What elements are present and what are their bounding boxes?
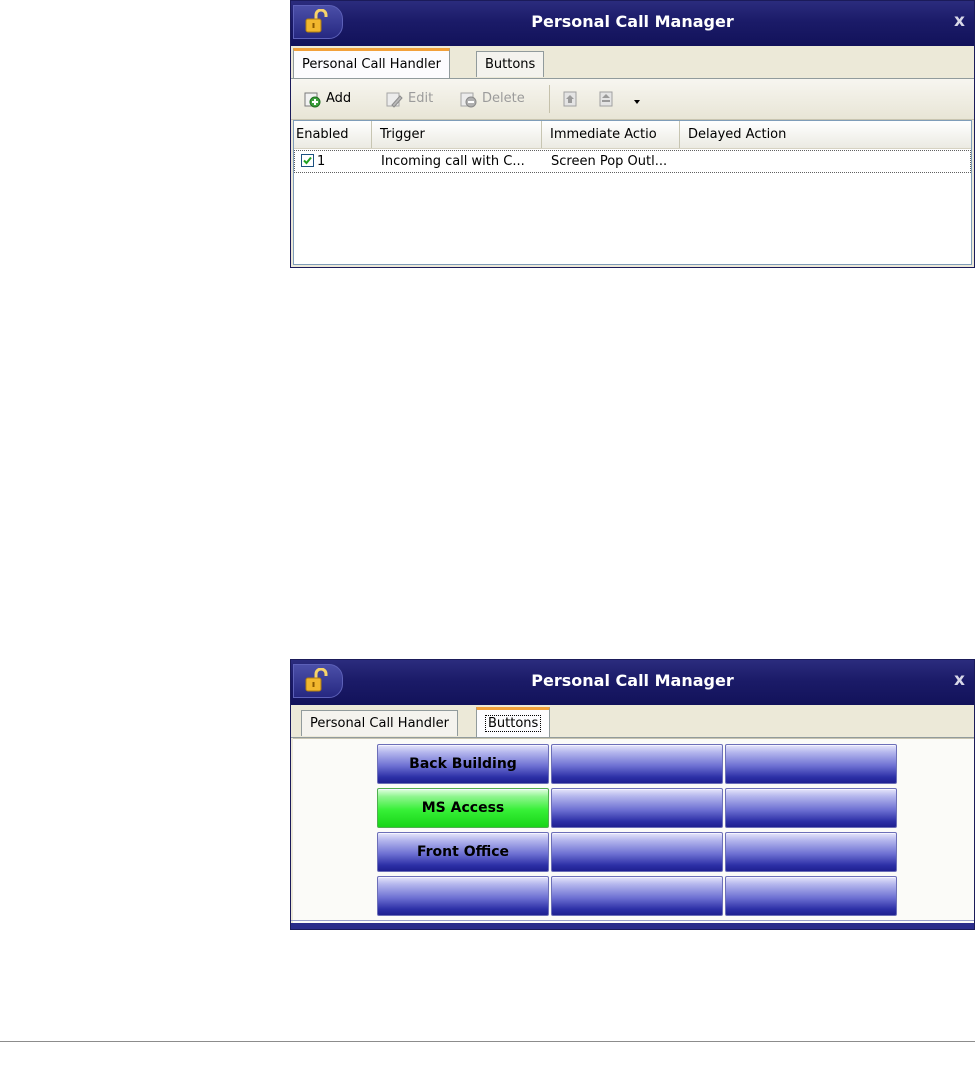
- speed-button-back-building[interactable]: Back Building: [377, 744, 549, 784]
- speed-buttons-panel: Back Building MS Access Front Office: [293, 738, 974, 923]
- toolbar-separator: [549, 85, 550, 113]
- title-bar: Personal Call Manager x: [291, 660, 974, 705]
- col-enabled[interactable]: Enabled: [294, 121, 372, 148]
- close-button[interactable]: x: [954, 670, 965, 690]
- speed-button-empty[interactable]: [377, 876, 549, 916]
- grid-header: Enabled Trigger Immediate Actio Delayed …: [294, 121, 971, 149]
- speed-button-empty[interactable]: [725, 744, 897, 784]
- close-button[interactable]: x: [954, 11, 965, 31]
- title-bar: Personal Call Manager x: [291, 1, 974, 46]
- edit-icon: [385, 90, 403, 108]
- speed-button-empty[interactable]: [551, 788, 723, 828]
- move-down-button[interactable]: [597, 88, 615, 110]
- delete-icon: [459, 90, 477, 108]
- speed-button-empty[interactable]: [551, 744, 723, 784]
- edit-button[interactable]: Edit: [385, 88, 433, 110]
- handler-grid: Enabled Trigger Immediate Actio Delayed …: [293, 120, 972, 265]
- row-trigger: Incoming call with C...: [381, 154, 525, 169]
- lock-button[interactable]: [293, 5, 343, 39]
- row-id: 1: [317, 154, 326, 169]
- tab-buttons-label: Buttons: [485, 715, 542, 732]
- tab-personal-call-handler[interactable]: Personal Call Handler: [301, 710, 458, 736]
- row-immediate-action: Screen Pop Outl...: [551, 154, 668, 169]
- speed-button-empty[interactable]: [725, 788, 897, 828]
- call-manager-window-buttons: Personal Call Manager x Personal Call Ha…: [290, 659, 975, 930]
- unlock-icon: [305, 668, 328, 692]
- window-title: Personal Call Manager: [531, 671, 734, 690]
- col-immediate-action[interactable]: Immediate Actio: [542, 121, 680, 148]
- more-dropdown[interactable]: [633, 91, 641, 113]
- speed-button-empty[interactable]: [725, 832, 897, 872]
- speed-button-ms-access[interactable]: MS Access: [377, 788, 549, 828]
- tab-strip: Personal Call Handler Buttons: [291, 46, 974, 79]
- move-up-icon: [561, 90, 579, 108]
- col-delayed-action[interactable]: Delayed Action: [680, 121, 971, 148]
- add-label: Add: [326, 91, 352, 106]
- tab-buttons[interactable]: Buttons: [476, 51, 545, 77]
- add-button[interactable]: Add: [303, 88, 351, 110]
- window-title: Personal Call Manager: [531, 12, 734, 31]
- tab-strip: Personal Call Handler Buttons: [291, 705, 974, 738]
- dropdown-arrow-icon: [633, 91, 641, 113]
- add-icon: [303, 90, 321, 108]
- speed-button-empty[interactable]: [551, 832, 723, 872]
- col-trigger[interactable]: Trigger: [372, 121, 542, 148]
- table-row[interactable]: 1 Incoming call with C... Screen Pop Out…: [294, 150, 971, 173]
- row-delayed-action: [681, 151, 971, 172]
- tab-personal-call-handler[interactable]: Personal Call Handler: [293, 48, 450, 78]
- delete-button[interactable]: Delete: [459, 88, 525, 110]
- call-manager-window-handler: Personal Call Manager x Personal Call Ha…: [290, 0, 975, 268]
- status-line: [291, 920, 974, 921]
- bottom-edge: [291, 923, 974, 929]
- speed-button-empty[interactable]: [725, 876, 897, 916]
- tab-buttons[interactable]: Buttons: [476, 707, 551, 737]
- move-down-icon: [597, 90, 615, 108]
- lock-button[interactable]: [293, 664, 343, 698]
- speed-button-front-office[interactable]: Front Office: [377, 832, 549, 872]
- toolbar: Add Edit Delete: [291, 79, 974, 120]
- page-divider: [0, 1041, 975, 1042]
- unlock-icon: [305, 9, 328, 33]
- edit-label: Edit: [408, 91, 434, 106]
- speed-button-empty[interactable]: [551, 876, 723, 916]
- delete-label: Delete: [482, 91, 525, 106]
- move-up-button[interactable]: [561, 88, 579, 110]
